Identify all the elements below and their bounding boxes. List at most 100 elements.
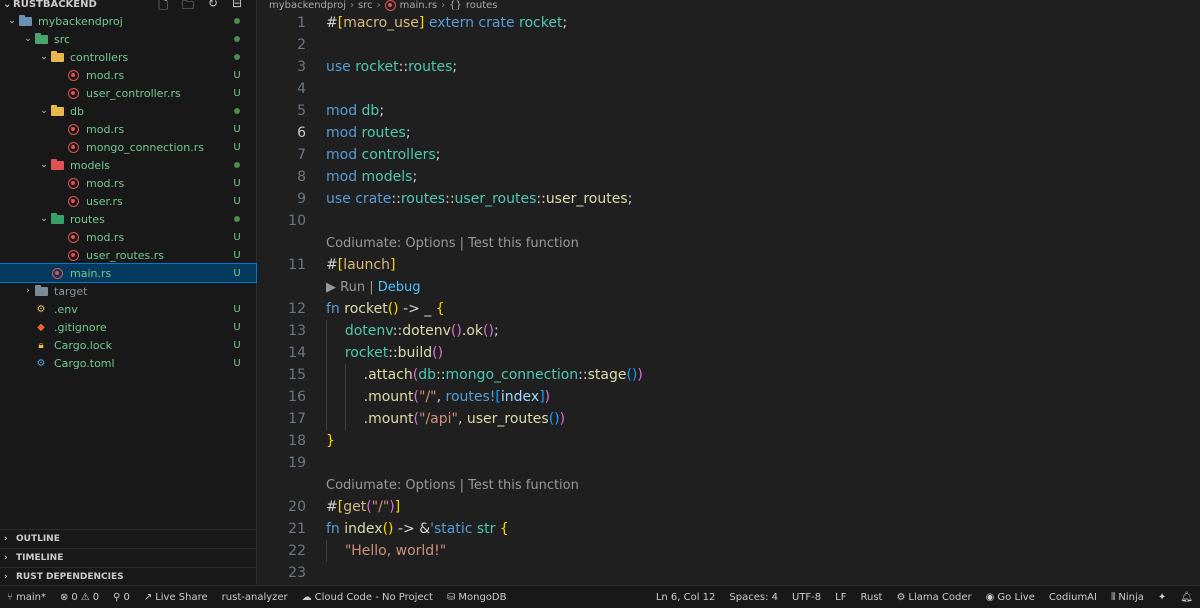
git-status-badge: U xyxy=(233,267,241,279)
copilot-button[interactable]: ✦ xyxy=(1151,592,1173,603)
rust-file-icon xyxy=(66,231,80,243)
git-modified-dot xyxy=(234,18,240,24)
codiumai-label: CodiumAI xyxy=(1048,591,1097,603)
run-debug-lens[interactable]: ▶ Run | Debug xyxy=(326,280,420,295)
tree-folder[interactable]: ⌄ routes xyxy=(0,210,256,228)
chevron-down-icon: ⌄ xyxy=(8,16,16,26)
branch-icon: ⑂ xyxy=(7,591,13,603)
tree-folder[interactable]: › target xyxy=(0,282,256,300)
tree-file[interactable]: ⚙ Cargo.toml U xyxy=(0,354,256,372)
tree-file[interactable]: user.rs U xyxy=(0,192,256,210)
code-text[interactable]: } xyxy=(326,433,335,449)
line-number: 8 xyxy=(297,169,306,185)
tree-folder[interactable]: ⌄ db xyxy=(0,102,256,120)
git-icon: ◆ xyxy=(37,321,45,333)
panel-section[interactable]: › RUST DEPENDENCIES xyxy=(0,567,256,586)
code-text[interactable]: .mount("/api", user_routes()) xyxy=(326,408,565,430)
code-text[interactable]: use rocket::routes; xyxy=(326,59,457,75)
breadcrumb-item[interactable]: src xyxy=(358,0,373,11)
code-text[interactable]: fn index() -> &'static str { xyxy=(326,521,509,537)
eol-setting[interactable]: LF xyxy=(828,592,853,603)
code-text[interactable]: mod routes; xyxy=(326,125,411,141)
code-text[interactable]: rocket::build() xyxy=(326,342,443,364)
tree-file[interactable]: mod.rs U xyxy=(0,66,256,84)
code-line: 19 xyxy=(257,452,1200,474)
breadcrumb-item[interactable]: main.rs xyxy=(400,0,438,11)
cursor-position[interactable]: Ln 6, Col 12 xyxy=(649,592,723,603)
tree-file[interactable]: mod.rs U xyxy=(0,120,256,138)
tree-folder[interactable]: ⌄ mybackendproj xyxy=(0,12,256,30)
breadcrumb-item[interactable]: routes xyxy=(466,0,498,11)
code-text[interactable]: fn rocket() -> _ { xyxy=(326,301,445,317)
rust-analyzer-label: rust-analyzer xyxy=(221,591,288,603)
cloud-code-status[interactable]: ☁ Cloud Code - No Project xyxy=(295,592,440,603)
tree-file[interactable]: main.rs U xyxy=(0,263,257,283)
folder-icon xyxy=(18,14,32,27)
codiumate-lens[interactable]: Codiumate: Options | Test this function xyxy=(326,236,579,251)
tree-file[interactable]: mod.rs U xyxy=(0,228,256,246)
language-mode[interactable]: Rust xyxy=(853,592,889,603)
code-text[interactable]: #[launch] xyxy=(326,257,395,273)
live-share-button[interactable]: ↗ Live Share xyxy=(137,592,215,603)
explorer-sidebar: ⌄ RUSTBACKEND 🗋 🗀 ↻ ⊟ ⌄ mybackendproj ⌄ src… xyxy=(0,0,257,586)
panel-section[interactable]: › OUTLINE xyxy=(0,529,256,548)
warning-count: 0 xyxy=(92,591,100,603)
indentation-label: Spaces: 4 xyxy=(729,591,778,603)
tree-file[interactable]: ◆ .gitignore U xyxy=(0,318,256,336)
go-live-button[interactable]: ◉ Go Live xyxy=(979,592,1042,603)
codelens[interactable]: Codiumate: Options | Test this function xyxy=(257,474,1200,496)
ports-indicator[interactable]: ⚲ 0 xyxy=(106,592,137,603)
tree-folder[interactable]: ⌄ models xyxy=(0,156,256,174)
code-text[interactable]: .attach(db::mongo_connection::stage()) xyxy=(326,364,643,386)
line-number: 4 xyxy=(297,81,306,97)
tree-folder[interactable]: ⌄ src xyxy=(0,30,256,48)
tree-folder[interactable]: ⌄ controllers xyxy=(0,48,256,66)
code-text[interactable]: dotenv::dotenv().ok(); xyxy=(326,320,499,342)
ninja-status[interactable]: ⦀ Ninja xyxy=(1104,592,1151,603)
tree-item-label: src xyxy=(54,32,71,46)
codiumai-status[interactable]: CodiumAI xyxy=(1042,592,1104,603)
codelens[interactable]: ▶ Run | Debug xyxy=(257,276,1200,298)
indentation-setting[interactable]: Spaces: 4 xyxy=(722,592,785,603)
code-text[interactable]: mod controllers; xyxy=(326,147,440,163)
line-number: 17 xyxy=(288,411,306,427)
tree-item-label: mod.rs xyxy=(86,176,125,190)
llama-coder-status[interactable]: ⚙ Llama Coder xyxy=(889,592,978,603)
notifications-button[interactable]: 🔔︎ xyxy=(1173,592,1200,603)
code-text[interactable]: mod models; xyxy=(326,169,417,185)
tree-file[interactable]: mongo_connection.rs U xyxy=(0,138,256,156)
mongodb-status[interactable]: ⛁ MongoDB xyxy=(440,592,514,603)
encoding-label: UTF-8 xyxy=(792,591,822,603)
git-status-badge: U xyxy=(233,123,241,135)
tree-file[interactable]: mod.rs U xyxy=(0,174,256,192)
folder-icon xyxy=(34,284,48,297)
cursor-position-label: Ln 6, Col 12 xyxy=(655,591,716,603)
cloud-code-label: Cloud Code - No Project xyxy=(314,591,433,603)
code-text[interactable]: #[macro_use] extern crate rocket; xyxy=(326,15,567,31)
live-share-icon: ↗ xyxy=(143,591,153,603)
rust-analyzer-status[interactable]: rust-analyzer xyxy=(215,592,295,603)
rust-file-icon xyxy=(384,0,396,11)
panel-section-label: RUST DEPENDENCIES xyxy=(16,572,124,582)
code-line: 2 xyxy=(257,34,1200,56)
problems-indicator[interactable]: ⊗ 0 ⚠ 0 xyxy=(53,592,106,603)
code-text[interactable]: .mount("/", routes![index]) xyxy=(326,386,550,408)
tree-file[interactable]: ⚙ .env U xyxy=(0,300,256,318)
tree-file[interactable]: 🔒︎ Cargo.lock U xyxy=(0,336,256,354)
line-number: 20 xyxy=(288,499,306,515)
code-line: 18} xyxy=(257,430,1200,452)
code-text[interactable]: #[get("/")] xyxy=(326,499,400,515)
code-view[interactable]: 1 #[macro_use] extern crate rocket; 2 3 us… xyxy=(257,12,1200,606)
branch-indicator[interactable]: ⑂ main* xyxy=(0,592,53,603)
encoding-setting[interactable]: UTF-8 xyxy=(785,592,828,603)
codelens[interactable]: Codiumate: Options | Test this function xyxy=(257,232,1200,254)
code-text[interactable]: use crate::routes::user_routes::user_rou… xyxy=(326,191,632,207)
tree-file[interactable]: user_controller.rs U xyxy=(0,84,256,102)
tree-file[interactable]: user_routes.rs U xyxy=(0,246,256,264)
code-text[interactable]: mod db; xyxy=(326,103,384,119)
breadcrumb-item[interactable]: mybackendproj xyxy=(269,0,346,11)
codiumate-lens[interactable]: Codiumate: Options | Test this function xyxy=(326,478,579,493)
code-text[interactable]: "Hello, world!" xyxy=(326,540,446,562)
panel-section[interactable]: › TIMELINE xyxy=(0,548,256,567)
tree-item-label: user.rs xyxy=(86,194,123,208)
